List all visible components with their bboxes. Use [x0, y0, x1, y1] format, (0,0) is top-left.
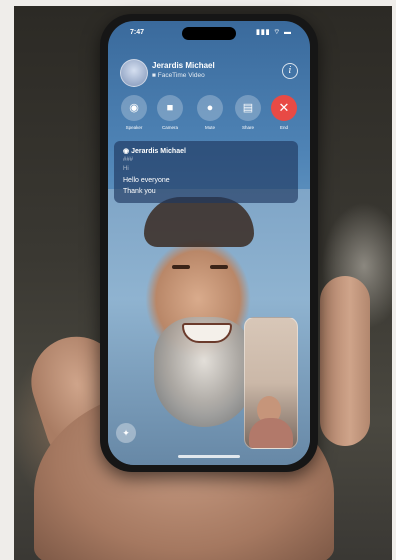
caption-speaker: ◉ Jerardis Michael: [123, 148, 186, 155]
mute-button[interactable]: ● Mute: [194, 95, 226, 130]
call-type: ■ FaceTime Video: [152, 72, 205, 79]
caption-line-3: Hello everyone: [123, 177, 170, 184]
right-eye: [210, 265, 228, 269]
remote-caller-hair: [144, 197, 254, 247]
info-icon[interactable]: i: [282, 63, 298, 79]
share-icon[interactable]: ▤: [235, 95, 261, 121]
hand-finger: [320, 276, 370, 446]
camera-label: Camera: [161, 125, 178, 130]
mic-icon[interactable]: ●: [197, 95, 223, 121]
speaker-label: Speaker: [125, 125, 143, 130]
status-time: 7:47: [130, 29, 145, 36]
left-eye: [172, 265, 190, 269]
end-call-icon[interactable]: ✕: [271, 95, 297, 121]
caption-line-4: Thank you: [123, 188, 156, 195]
status-bar: 7:47 ▮▮▮ ⌔ ▬: [108, 21, 310, 43]
caller-avatar[interactable]: [120, 59, 148, 87]
end-call-button[interactable]: ✕ End: [268, 95, 300, 130]
live-captions: ◉ Jerardis Michael ### Hi Hello everyone…: [114, 141, 298, 203]
caption-line-1: ###: [123, 157, 134, 163]
status-icons: ▮▮▮ ⌔ ▬: [255, 29, 292, 36]
share-button[interactable]: ▤ Share: [232, 95, 264, 130]
remote-caller-smile: [182, 323, 232, 343]
dynamic-island: [182, 27, 236, 40]
effects-icon[interactable]: ✦: [116, 423, 136, 443]
caption-line-2: Hi: [123, 166, 129, 172]
share-label: Share: [241, 125, 254, 130]
speaker-button[interactable]: ◉ Speaker: [118, 95, 150, 130]
remote-caller-eyes: [172, 265, 232, 273]
call-header: Jerardis Michael ■ FaceTime Video i: [120, 59, 300, 91]
mute-label: Mute: [204, 125, 215, 130]
caption-person-icon: ◉: [123, 148, 132, 155]
self-view-pip[interactable]: [244, 317, 298, 449]
home-indicator[interactable]: [178, 455, 240, 458]
phone-screen: 7:47 ▮▮▮ ⌔ ▬ Jerardis Michael ■ FaceTime…: [108, 21, 310, 465]
end-label: End: [279, 125, 288, 130]
camera-button[interactable]: ■ Camera: [154, 95, 186, 130]
caller-name: Jerardis Michael: [152, 61, 215, 70]
speaker-icon[interactable]: ◉: [121, 95, 147, 121]
camera-icon[interactable]: ■: [157, 95, 183, 121]
phone: 7:47 ▮▮▮ ⌔ ▬ Jerardis Michael ■ FaceTime…: [100, 14, 318, 472]
call-controls: ◉ Speaker ■ Camera ● Mute ▤ Share ✕ End: [118, 95, 302, 141]
self-view-shirt: [249, 418, 293, 448]
